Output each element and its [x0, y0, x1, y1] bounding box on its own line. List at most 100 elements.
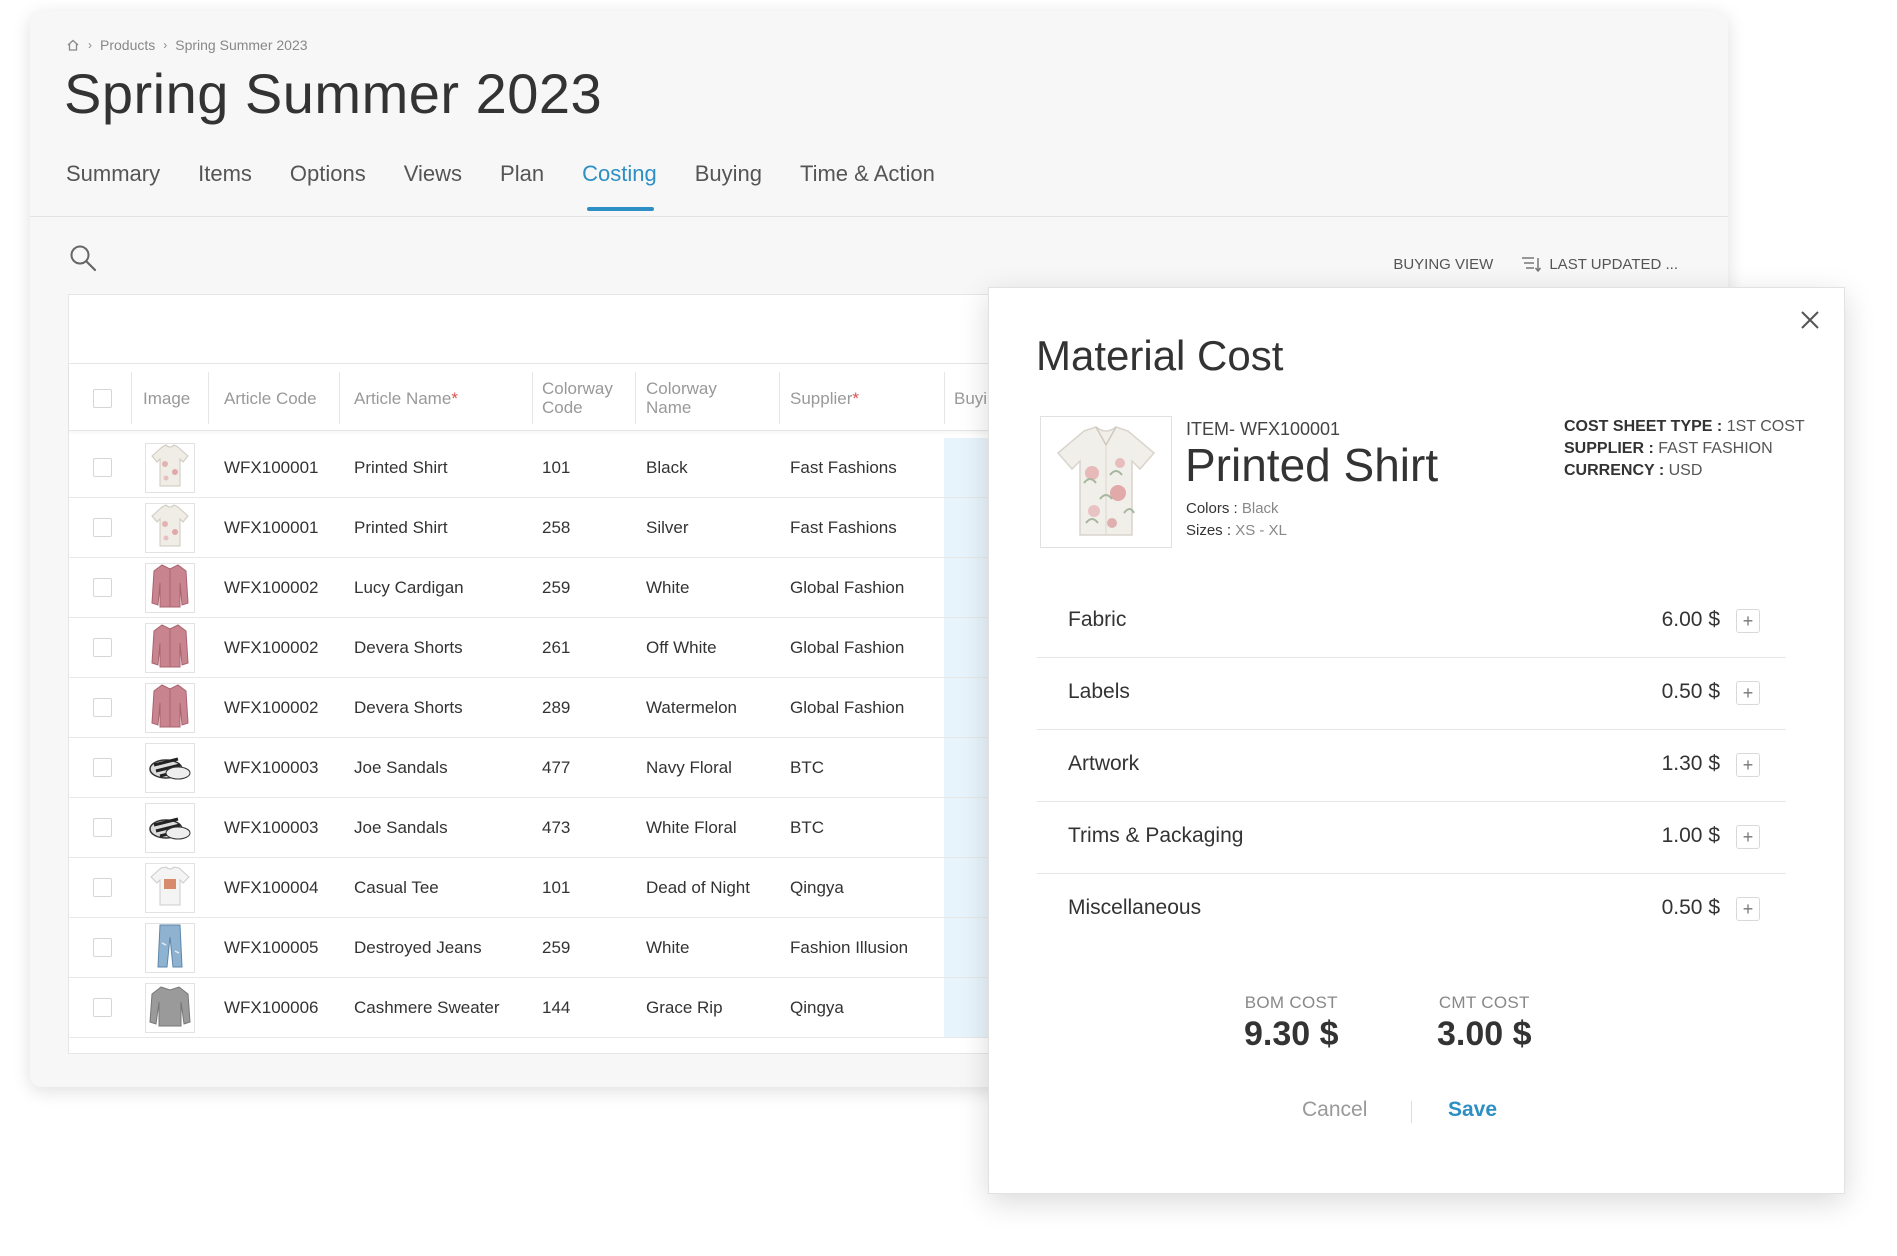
row-checkbox[interactable]	[93, 518, 112, 537]
article-code-cell: WFX100004	[224, 877, 319, 897]
currency-value: USD	[1668, 462, 1703, 479]
item-code: ITEM- WFX100001	[1186, 419, 1341, 439]
column-divider	[131, 372, 132, 424]
tab-buying[interactable]: Buying	[695, 161, 762, 217]
column-divider	[779, 372, 780, 424]
bom-cost-total: BOM COST 9.30 $	[1244, 993, 1339, 1054]
colorway-name-cell: Off White	[646, 637, 717, 657]
article-name-cell: Devera Shorts	[354, 697, 463, 717]
colors-attribute: Colors : Black	[1186, 500, 1279, 517]
last-updated-sort-button[interactable]: LAST UPDATED ...	[1549, 256, 1678, 273]
row-checkbox[interactable]	[93, 998, 112, 1017]
cost-value: 6.00 $	[1661, 608, 1720, 631]
row-checkbox[interactable]	[93, 698, 112, 717]
select-all-checkbox[interactable]	[93, 388, 112, 408]
cancel-button[interactable]: Cancel	[1302, 1098, 1367, 1122]
header-buying[interactable]: Buyi	[954, 364, 987, 432]
search-icon[interactable]	[68, 243, 98, 273]
expand-plus-button[interactable]: +	[1736, 609, 1760, 633]
tab-plan[interactable]: Plan	[500, 161, 544, 217]
expand-plus-button[interactable]: +	[1736, 753, 1760, 777]
action-divider	[1411, 1101, 1412, 1123]
product-thumbnail[interactable]	[145, 623, 195, 673]
product-thumbnail[interactable]	[145, 743, 195, 793]
product-thumbnail[interactable]	[145, 443, 195, 493]
product-thumbnail[interactable]	[145, 803, 195, 853]
header-colorway-name[interactable]: Colorway Name	[646, 364, 717, 432]
supplier-cell: Global Fashion	[790, 577, 905, 597]
close-icon[interactable]	[1798, 308, 1822, 332]
supplier-cell: Fashion Illusion	[790, 937, 909, 957]
tab-time-action[interactable]: Time & Action	[800, 161, 935, 217]
colorway-name-cell: White	[646, 577, 690, 597]
header-colorway-code-line1: Colorway	[542, 379, 613, 398]
header-image: Image	[143, 388, 191, 408]
tab-costing[interactable]: Costing	[582, 161, 657, 217]
shirt-image	[150, 443, 190, 493]
save-button[interactable]: Save	[1448, 1098, 1497, 1122]
expand-plus-button[interactable]: +	[1736, 825, 1760, 849]
tab-summary[interactable]: Summary	[66, 161, 160, 217]
sort-icon[interactable]	[1521, 255, 1542, 273]
row-checkbox[interactable]	[93, 878, 112, 897]
sweater-image	[148, 984, 192, 1033]
home-icon[interactable]	[66, 38, 80, 52]
row-checkbox[interactable]	[93, 938, 112, 957]
breadcrumb: › Products › Spring Summer 2023	[66, 37, 308, 53]
bom-cost-value: 9.30 $	[1244, 1015, 1339, 1053]
article-code-cell: WFX100002	[224, 637, 319, 657]
article-code-cell: WFX100001	[224, 457, 319, 477]
row-checkbox[interactable]	[93, 818, 112, 837]
header-supplier[interactable]: Supplier *	[790, 364, 859, 432]
header-colorway-code[interactable]: Colorway Code	[542, 364, 613, 432]
product-thumbnail[interactable]	[145, 983, 195, 1033]
colorway-name-cell: Grace Rip	[646, 997, 723, 1017]
row-checkbox-cell	[93, 918, 112, 977]
tab-views[interactable]: Views	[404, 161, 462, 217]
product-thumbnail[interactable]	[145, 923, 195, 973]
article-name-cell: Cashmere Sweater	[354, 997, 500, 1017]
colorway-code-cell: 477	[542, 757, 571, 777]
row-checkbox-cell	[93, 678, 112, 737]
cost-value: 1.30 $	[1661, 752, 1720, 775]
supplier-info: SUPPLIER : FAST FASHION	[1564, 438, 1805, 460]
row-checkbox-cell	[93, 438, 112, 497]
product-thumbnail[interactable]	[145, 863, 195, 913]
row-checkbox[interactable]	[93, 758, 112, 777]
column-divider	[339, 372, 340, 424]
colorway-code-cell: 259	[542, 577, 571, 597]
header-article-code[interactable]: Article Code	[224, 364, 317, 432]
row-checkbox-cell	[93, 978, 112, 1037]
article-name-cell: Lucy Cardigan	[354, 577, 464, 597]
buying-view-button[interactable]: BUYING VIEW	[1393, 256, 1493, 273]
expand-plus-button[interactable]: +	[1736, 681, 1760, 705]
cmt-cost-total: CMT COST 3.00 $	[1437, 993, 1532, 1054]
colorway-code-cell: 473	[542, 817, 571, 837]
tab-items[interactable]: Items	[198, 161, 252, 217]
column-divider	[944, 372, 945, 424]
row-checkbox[interactable]	[93, 458, 112, 477]
product-thumbnail[interactable]	[145, 683, 195, 733]
product-thumbnail[interactable]	[145, 503, 195, 553]
header-article-name[interactable]: Article Name *	[354, 364, 458, 432]
supplier-cell: Fast Fashions	[790, 457, 897, 477]
row-checkbox[interactable]	[93, 638, 112, 657]
product-thumbnail[interactable]	[145, 563, 195, 613]
cost-row-miscellaneous: Miscellaneous 0.50 $ +	[1037, 874, 1786, 946]
cost-value: 0.50 $	[1661, 896, 1720, 919]
shirt-image	[1056, 426, 1156, 536]
expand-plus-button[interactable]: +	[1736, 897, 1760, 921]
supplier-cell: Qingya	[790, 877, 844, 897]
header-colorway-code-line2: Code	[542, 398, 583, 417]
sandals-image	[148, 809, 192, 848]
tab-options[interactable]: Options	[290, 161, 366, 217]
breadcrumb-products[interactable]: Products	[100, 37, 155, 53]
article-name-cell: Destroyed Jeans	[354, 937, 482, 957]
colorway-code-cell: 261	[542, 637, 571, 657]
row-checkbox-cell	[93, 498, 112, 557]
tee-image	[149, 865, 191, 912]
row-checkbox-cell	[93, 738, 112, 797]
required-marker: *	[852, 388, 859, 408]
row-checkbox[interactable]	[93, 578, 112, 597]
cost-label: Fabric	[1068, 608, 1127, 631]
